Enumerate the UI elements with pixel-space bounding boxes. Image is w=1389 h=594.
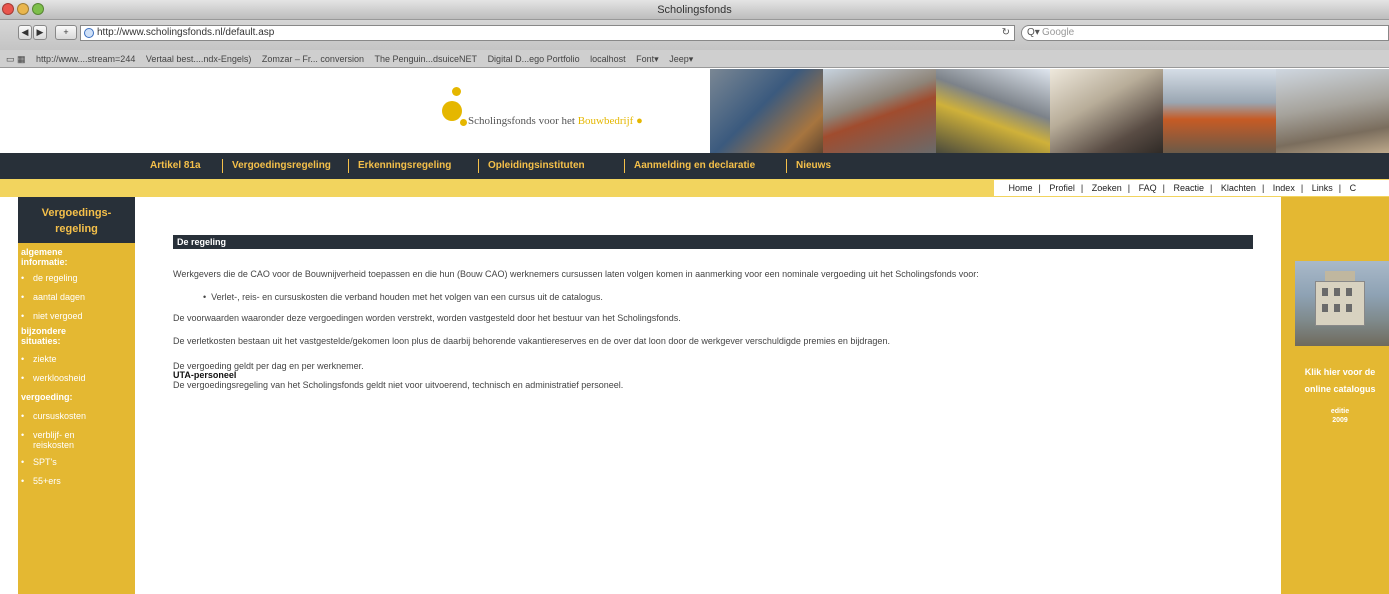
forward-button[interactable]: ▶ bbox=[33, 25, 47, 40]
logo-dot-icon: ● bbox=[636, 115, 643, 127]
header-photo bbox=[823, 69, 937, 153]
site-logo-text[interactable]: Scholingsfonds voor het Bouwbedrijf ● bbox=[468, 115, 643, 127]
add-bookmark-button[interactable]: + bbox=[55, 25, 77, 40]
address-bar[interactable]: http://www.scholingsfonds.nl/default.asp… bbox=[80, 25, 1015, 41]
nav-separator bbox=[624, 159, 625, 173]
bullet-icon: • bbox=[203, 292, 212, 302]
nav-separator bbox=[348, 159, 349, 173]
address-text: http://www.scholingsfonds.nl/default.asp bbox=[97, 27, 275, 38]
search-placeholder: Google bbox=[1042, 27, 1075, 38]
utility-link-index[interactable]: Index bbox=[1273, 180, 1295, 196]
sidebar-title: Vergoedings-regeling bbox=[18, 197, 135, 243]
main-navigation: Artikel 81a Vergoedingsregeling Erkennin… bbox=[0, 153, 1389, 179]
utility-link-profiel[interactable]: Profiel bbox=[1049, 180, 1075, 196]
sidebar-item-niet-vergoed[interactable]: • niet vergoed bbox=[18, 311, 135, 321]
reload-icon[interactable]: ↻ bbox=[1002, 26, 1010, 40]
nav-artikel-81a[interactable]: Artikel 81a bbox=[150, 153, 201, 179]
uta-heading: UTA-personeel bbox=[173, 370, 237, 380]
header-photo bbox=[936, 69, 1050, 153]
header-photo bbox=[1275, 69, 1389, 153]
bullet-item: • Verlet-, reis- en cursuskosten die ver… bbox=[203, 292, 603, 302]
paragraph: De verletkosten bestaan uit het vastgest… bbox=[173, 336, 890, 346]
nav-nieuws[interactable]: Nieuws bbox=[796, 153, 831, 179]
globe-icon bbox=[84, 28, 94, 38]
paragraph: De voorwaarden waaronder deze vergoeding… bbox=[173, 313, 681, 323]
search-input[interactable]: Q▾ Google bbox=[1021, 25, 1389, 41]
catalogus-image[interactable] bbox=[1295, 261, 1389, 346]
catalogus-panel: Klik hier voor de online catalogus editi… bbox=[1281, 197, 1389, 594]
site-header: Scholingsfonds voor het Bouwbedrijf ● bbox=[0, 69, 1389, 153]
edition-label: editie bbox=[1330, 408, 1350, 415]
bookmark-item[interactable]: localhost bbox=[590, 50, 626, 67]
window-title: Scholingsfonds bbox=[657, 4, 732, 16]
utility-link-faq[interactable]: FAQ bbox=[1139, 180, 1157, 196]
nav-vergoedingsregeling[interactable]: Vergoedingsregeling bbox=[232, 153, 331, 179]
header-photo bbox=[1162, 69, 1276, 153]
bookmarks-bar: ▭ ▦ http://www....stream=244 Vertaal bes… bbox=[0, 50, 1389, 68]
nav-erkenningsregeling[interactable]: Erkenningsregeling bbox=[358, 153, 451, 179]
sidebar-heading: algemene informatie: bbox=[21, 247, 68, 267]
utility-link-klachten[interactable]: Klachten bbox=[1221, 180, 1256, 196]
sidebar-item-spts[interactable]: • SPT's bbox=[18, 457, 135, 467]
catalogus-edition: editie 2009 bbox=[1291, 407, 1389, 425]
main-content: De regeling Werkgevers die de CAO voor d… bbox=[135, 197, 1281, 594]
sidebar-item-werkloosheid[interactable]: • werkloosheid bbox=[18, 373, 135, 383]
bookmarks-book-icon[interactable]: ▭ ▦ bbox=[6, 50, 26, 67]
sidebar-item-55plus[interactable]: • 55+ers bbox=[18, 476, 135, 486]
intro-paragraph: Werkgevers die de CAO voor de Bouwnijver… bbox=[173, 269, 979, 279]
utility-navigation: Home | Profiel | Zoeken | FAQ | Reactie | Kla… bbox=[994, 180, 1389, 196]
bookmark-item[interactable]: Jeep▾ bbox=[669, 50, 693, 67]
sidebar-item-cursuskosten[interactable]: • cursuskosten bbox=[18, 411, 135, 421]
paragraph: De vergoedingsregeling van het Scholings… bbox=[173, 380, 624, 390]
sidebar-item-de-regeling[interactable]: • de regeling bbox=[18, 273, 135, 283]
catalogus-link[interactable]: Klik hier voor de online catalogus bbox=[1291, 364, 1389, 398]
utility-link-zoeken[interactable]: Zoeken bbox=[1092, 180, 1122, 196]
window-titlebar: Scholingsfonds bbox=[0, 0, 1389, 20]
sidebar-item-aantal-dagen[interactable]: • aantal dagen bbox=[18, 292, 135, 302]
section-title: De regeling bbox=[173, 235, 1253, 249]
bookmark-item[interactable]: http://www....stream=244 bbox=[36, 50, 135, 67]
logo-name: Scholingsfonds voor het bbox=[468, 115, 575, 127]
utility-link-links[interactable]: Links bbox=[1312, 180, 1333, 196]
sidebar-item-verblijf-reiskosten[interactable]: • verblijf- en reiskosten bbox=[18, 430, 135, 450]
magnifier-icon: Q▾ bbox=[1027, 27, 1040, 38]
nav-separator bbox=[222, 159, 223, 173]
sidebar: Vergoedings-regeling algemene informatie… bbox=[18, 197, 135, 594]
nav-separator bbox=[478, 159, 479, 173]
utility-link-cut-off[interactable]: C bbox=[1350, 180, 1357, 196]
nav-aanmelding-declaratie[interactable]: Aanmelding en declaratie bbox=[634, 153, 755, 179]
browser-toolbar: ◀ ▶ + http://www.scholingsfonds.nl/defau… bbox=[0, 20, 1389, 50]
nav-separator bbox=[786, 159, 787, 173]
header-photo bbox=[1049, 69, 1163, 153]
back-button[interactable]: ◀ bbox=[18, 25, 32, 40]
nav-opleidingsinstituten[interactable]: Opleidingsinstituten bbox=[488, 153, 585, 179]
bookmark-item[interactable]: Zomzar – Fr... conversion bbox=[262, 50, 364, 67]
logo-accent: Bouwbedrijf bbox=[577, 115, 634, 127]
sidebar-item-ziekte[interactable]: • ziekte bbox=[18, 354, 135, 364]
edition-year: 2009 bbox=[1332, 417, 1348, 424]
bookmark-item[interactable]: Digital D...ego Portfolio bbox=[488, 50, 580, 67]
bookmark-item[interactable]: Font▾ bbox=[636, 50, 659, 67]
bookmark-item[interactable]: The Penguin...dsuiceNET bbox=[374, 50, 477, 67]
utility-link-home[interactable]: Home bbox=[1009, 180, 1033, 196]
sidebar-heading: vergoeding: bbox=[21, 392, 73, 402]
utility-link-reactie[interactable]: Reactie bbox=[1174, 180, 1205, 196]
bookmark-item[interactable]: Vertaal best....ndx-Engels) bbox=[146, 50, 252, 67]
header-photo-strip bbox=[710, 69, 1389, 153]
sidebar-heading: bijzondere situaties: bbox=[21, 326, 67, 346]
header-photo bbox=[710, 69, 824, 153]
